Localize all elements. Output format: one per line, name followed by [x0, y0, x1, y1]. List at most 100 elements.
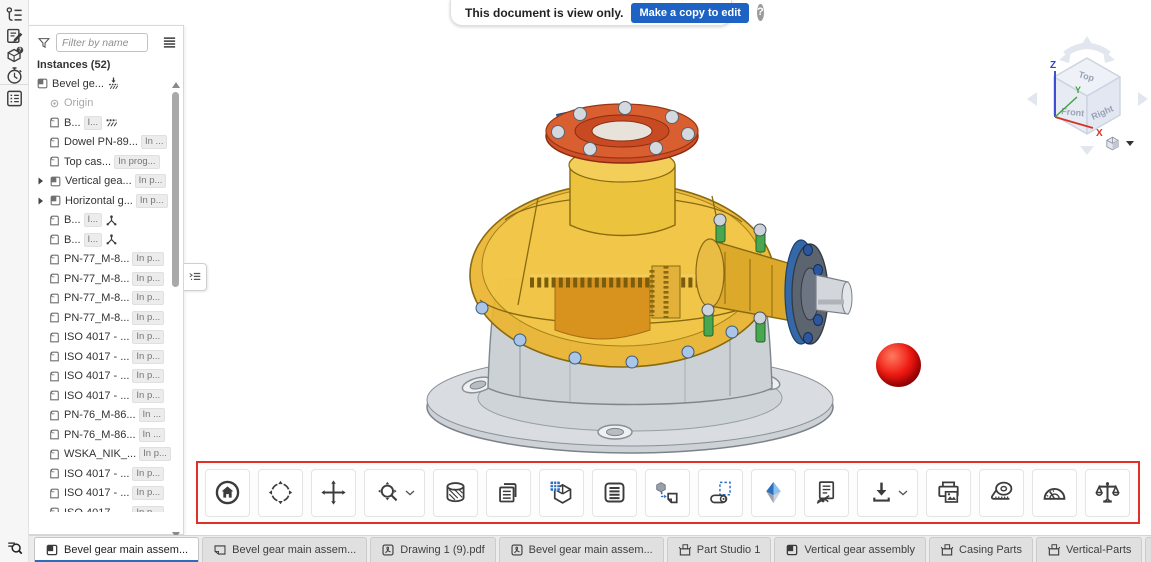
section-view-button[interactable] [433, 469, 478, 517]
standard-views-button[interactable] [539, 469, 584, 517]
view-cube-body[interactable] [1054, 58, 1120, 134]
annotations-button[interactable] [804, 469, 849, 517]
collapse-instances-panel[interactable] [184, 263, 207, 291]
item-label: Top cas... [64, 156, 111, 168]
tree-item[interactable]: PN-76_M-86... In ... [34, 425, 183, 445]
document-tab[interactable]: Bevel gear main assem... [202, 537, 367, 562]
isolate-button[interactable] [698, 469, 743, 517]
strip-icon [5, 89, 24, 108]
filter-funnel-icon[interactable] [37, 36, 51, 50]
tree-item[interactable]: PN-77_M-8... In p... [34, 269, 183, 289]
model-structure-button[interactable] [592, 469, 637, 517]
workflow-state-badge: In p... [136, 194, 168, 208]
expand-arrow-icon[interactable] [37, 196, 46, 205]
document-tab[interactable]: Drawing 1 (9).pdf [370, 537, 495, 562]
tree-item[interactable]: PN-76_M-86... In ... [34, 406, 183, 426]
tree-item[interactable]: ISO 4017 - ... In p... [34, 386, 183, 406]
toolbar-icon [495, 479, 522, 506]
workflow-state-badge: In p... [132, 369, 164, 383]
document-tab[interactable]: Vertical gear assembly [774, 537, 926, 562]
tree-item[interactable]: Horizontal g... In p... [34, 191, 183, 211]
item-label: PN-76_M-86... [64, 429, 136, 441]
tree-item[interactable]: Dowel PN-89... In ... [34, 133, 183, 153]
tree-item[interactable]: Top cas... In prog... [34, 152, 183, 172]
measure-angle-button[interactable] [1032, 469, 1077, 517]
tree-item[interactable]: PN-77_M-8... In p... [34, 308, 183, 328]
document-tab[interactable]: Casing Parts [929, 537, 1033, 562]
print-button[interactable] [926, 469, 971, 517]
bom-panel-button[interactable] [3, 87, 26, 110]
tree-item[interactable]: ISO 4017 - ... In p... [34, 464, 183, 484]
pan-view-button[interactable] [311, 469, 356, 517]
search-tabs-button[interactable] [4, 538, 26, 558]
chevron-down-icon[interactable] [898, 490, 908, 496]
item-type-icon [48, 487, 61, 500]
item-type-icon [48, 350, 61, 363]
tree-item[interactable]: ISO 4017 - ... In p... [34, 328, 183, 348]
toolbar-icon [442, 479, 469, 506]
filter-input[interactable] [56, 33, 148, 52]
tree-item[interactable]: ISO 4017 - ... In p... [34, 367, 183, 387]
item-label: B... [64, 117, 81, 129]
sidebar-scrollbar[interactable] [171, 82, 181, 538]
search-icon [6, 539, 24, 557]
export-download-button[interactable] [857, 469, 918, 517]
item-type-icon [49, 175, 62, 188]
tab-label: Drawing 1 (9).pdf [400, 544, 484, 556]
workflow-state-badge: In p... [132, 389, 164, 403]
small-cube-icon [1104, 135, 1121, 152]
item-type-icon [48, 97, 61, 110]
chevron-down-icon[interactable] [405, 490, 415, 496]
help-button[interactable]: ? [757, 4, 764, 21]
document-tab[interactable]: Vertical-Parts [1036, 537, 1142, 562]
tree-item[interactable]: PN-77_M-8... In p... [34, 289, 183, 309]
tab-type-icon [785, 543, 799, 557]
workflow-state-badge: In ... [141, 135, 167, 149]
workflow-state-badge: In p... [132, 467, 164, 481]
tree-item[interactable]: B... I... [34, 211, 183, 231]
document-tab[interactable]: Bevel gear main assem... [34, 537, 199, 562]
tree-item[interactable]: ISO 4017 - ... In p... [34, 484, 183, 504]
tree-item[interactable]: ISO 4017 - ... In p... [34, 503, 183, 512]
item-type-icon [48, 292, 61, 305]
item-label: PN-77_M-8... [64, 273, 129, 285]
document-tab[interactable]: Horizontal-Par [1145, 537, 1151, 562]
tree-item[interactable]: Origin [34, 94, 183, 114]
expand-arrow-icon[interactable] [37, 177, 46, 186]
workflow-state-badge: In ... [139, 428, 165, 442]
display-appearance-button[interactable] [751, 469, 796, 517]
item-label: ISO 4017 - ... [64, 487, 129, 499]
tree-item[interactable]: WSKA_NIK_... In p... [34, 445, 183, 465]
document-tab[interactable]: Bevel gear main assem... [499, 537, 664, 562]
tree-item[interactable]: Vertical gea... In p... [34, 172, 183, 192]
workflow-state-badge: In p... [132, 350, 164, 364]
named-views-button[interactable] [486, 469, 531, 517]
tree-item[interactable]: Bevel ge... [34, 74, 183, 94]
tree-item[interactable]: B... I... [34, 230, 183, 250]
toolbar-icon [1041, 479, 1068, 506]
toolbar-icon [868, 479, 895, 506]
tree-item[interactable]: ISO 4017 - ... In p... [34, 347, 183, 367]
zoom-view-button[interactable] [364, 469, 425, 517]
document-tab-bar: Bevel gear main assem... Bevel gear main… [29, 535, 1151, 562]
item-type-icon [48, 311, 61, 324]
tab-label: Part Studio 1 [697, 544, 761, 556]
tree-item[interactable]: B... I... [34, 113, 183, 133]
left-panel-strip [0, 0, 29, 562]
rotate-view-button[interactable] [258, 469, 303, 517]
list-options-icon[interactable] [162, 35, 177, 50]
scroll-up-arrow[interactable] [172, 82, 180, 88]
tree-item[interactable]: PN-77_M-8... In p... [34, 250, 183, 270]
item-type-icon [48, 409, 61, 422]
make-copy-button[interactable]: Make a copy to edit [631, 3, 748, 23]
item-type-icon [48, 331, 61, 344]
exploded-view-button[interactable] [645, 469, 690, 517]
toolbar-icon [601, 479, 628, 506]
scrollbar-thumb[interactable] [172, 92, 179, 287]
mass-properties-button[interactable] [1085, 469, 1130, 517]
document-tab[interactable]: Part Studio 1 [667, 537, 772, 562]
view-options-dropdown[interactable] [1104, 135, 1134, 152]
view-tools-toolbar [196, 461, 1140, 524]
measure-distance-button[interactable] [979, 469, 1024, 517]
view-home-button[interactable] [205, 469, 250, 517]
